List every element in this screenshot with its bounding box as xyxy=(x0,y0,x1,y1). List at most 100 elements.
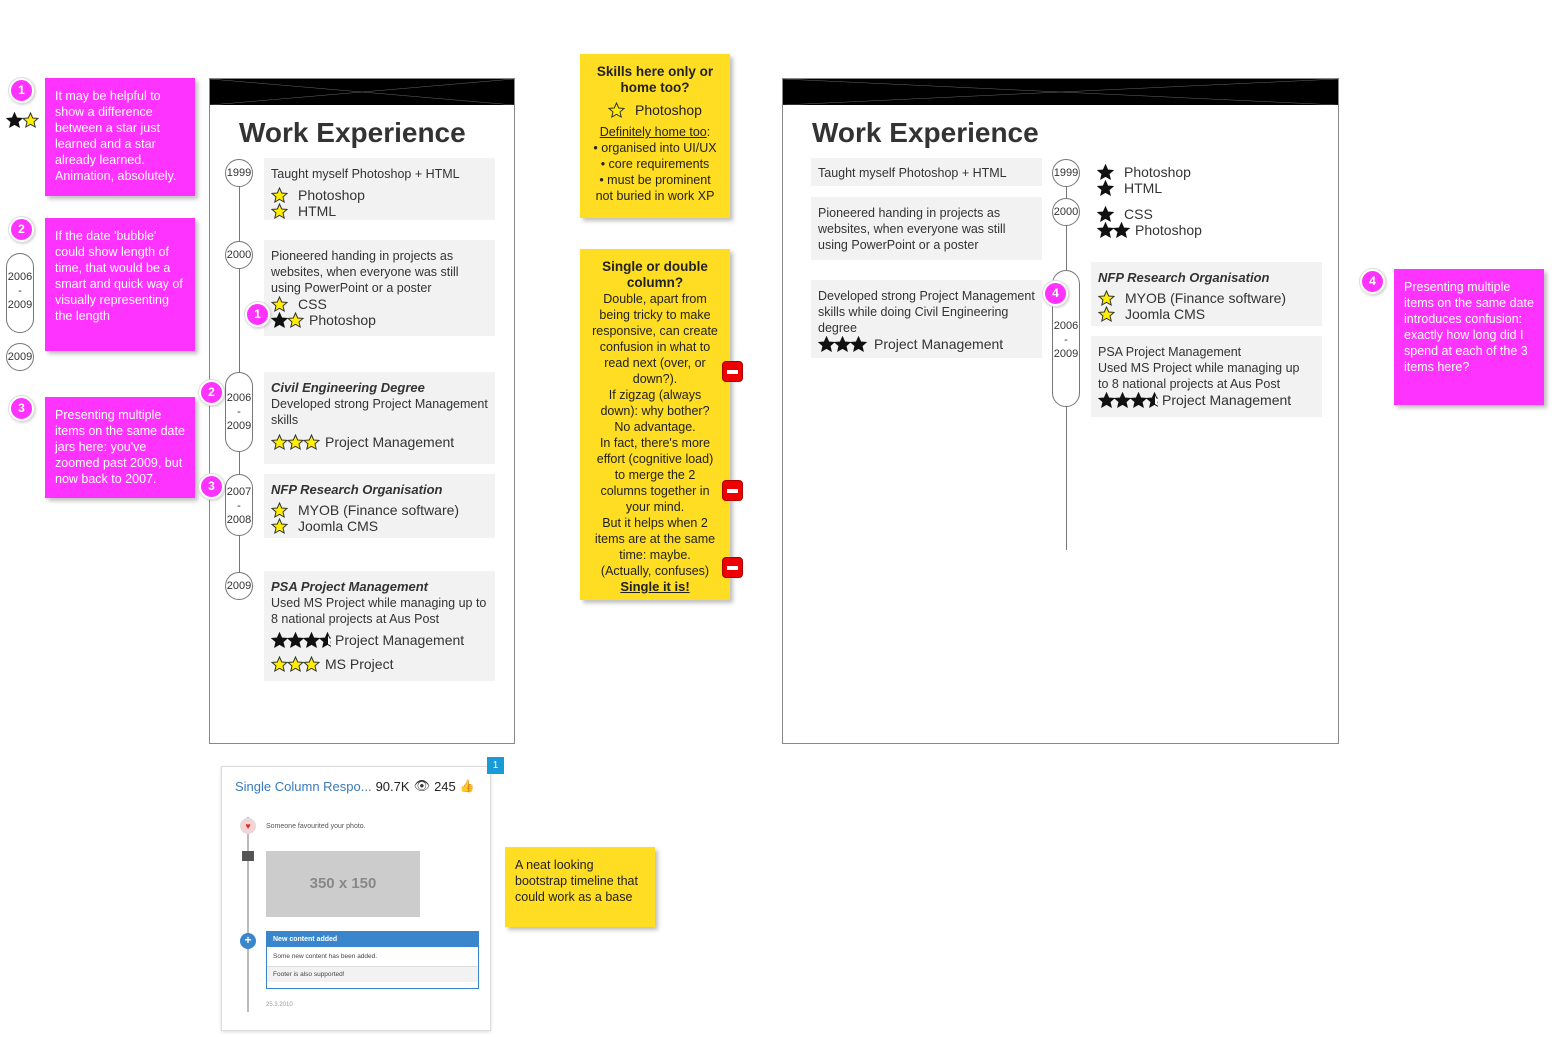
star-icon xyxy=(271,434,320,450)
page-title: Work Experience xyxy=(239,117,466,148)
screenshot-card[interactable]: Single Column Respo... 90.7K 👁 245 👍 1 ♥… xyxy=(221,757,504,1031)
skill-row: Photoshop xyxy=(271,312,488,328)
frame-header xyxy=(783,79,1338,105)
skill-row: Photoshop xyxy=(1097,222,1202,238)
card-header: Single Column Respo... 90.7K 👁 245 👍 xyxy=(235,778,475,794)
skill-row: CSS xyxy=(271,296,488,312)
skill-row: Project Management xyxy=(271,434,488,450)
star-icon xyxy=(6,112,39,128)
dc-entry-psa: PSA Project Management Used MS Project w… xyxy=(1091,336,1322,417)
entry-psa: PSA Project Management Used MS Project w… xyxy=(264,571,495,681)
thumbs-up-icon: 👍 xyxy=(459,779,475,793)
entry-desc: Pioneered handing in projects as website… xyxy=(271,249,459,295)
image-icon xyxy=(242,851,254,861)
note-bootstrap: A neat looking bootstrap timeline that c… xyxy=(505,847,655,927)
star-icon xyxy=(1098,306,1115,322)
entry-nfp: NFP Research Organisation MYOB (Finance … xyxy=(264,474,495,538)
date-2007-2008: 2007-2008 xyxy=(225,474,253,536)
note-animation: It may be helpful to show a difference b… xyxy=(45,78,195,196)
entry-desc: Used MS Project while managing up to 8 n… xyxy=(271,596,487,626)
skill-row: MYOB (Finance software) xyxy=(1098,290,1315,306)
callout-1: 1 xyxy=(9,78,34,103)
dc-entry-nfp: NFP Research Organisation MYOB (Finance … xyxy=(1091,262,1322,326)
eye-icon: 👁 xyxy=(413,778,431,793)
star-icon xyxy=(1097,222,1130,238)
star-icon xyxy=(818,336,867,352)
star-icon xyxy=(271,187,288,203)
entry-org: PSA Project Management xyxy=(271,579,429,594)
star-icon xyxy=(271,518,288,534)
callout-3: 3 xyxy=(9,396,34,421)
skill-row: Project Management xyxy=(271,632,488,648)
date-pill-example: 2006-2009 xyxy=(6,253,34,333)
mini-text: Someone favourited your photo. xyxy=(266,823,366,830)
card-title[interactable]: Single Column Respo... xyxy=(235,779,372,794)
star-icon xyxy=(271,656,320,672)
skill-row: HTML xyxy=(271,203,488,219)
note-multiple-items: Presenting multiple items on the same da… xyxy=(45,397,195,498)
plus-icon: + xyxy=(240,933,256,949)
dc-entry-1999: Taught myself Photoshop + HTML xyxy=(811,158,1042,186)
star-icon xyxy=(1097,206,1114,222)
note-confusion: Presenting multiple items on the same da… xyxy=(1394,269,1544,405)
skill-row: Project Management xyxy=(818,336,1035,352)
date-2006-2009: 2006-2009 xyxy=(225,372,253,452)
minus-icon xyxy=(722,361,743,382)
dc-skills-1999: Photoshop HTML xyxy=(1097,164,1191,196)
count-badge: 1 xyxy=(487,757,504,774)
like-count: 245 xyxy=(434,778,456,794)
placeholder-image: 350 x 150 xyxy=(266,851,420,917)
callout-2: 2 xyxy=(9,217,34,242)
frame-header xyxy=(210,79,514,105)
star-icon xyxy=(608,102,625,118)
callout-3-inline: 3 xyxy=(199,474,224,499)
date-2000: 2000 xyxy=(1052,198,1080,226)
date-2000: 2000 xyxy=(225,241,253,269)
date-2009: 2009 xyxy=(225,572,253,600)
callout-4-inline: 4 xyxy=(1043,281,1068,306)
skill-row: Joomla CMS xyxy=(1098,306,1315,322)
star-icon xyxy=(271,203,288,219)
skill-row: MYOB (Finance software) xyxy=(271,502,488,518)
star-icon xyxy=(271,296,288,312)
note-single-double: Single or double column? Double, apart f… xyxy=(580,249,730,600)
skill-row: Photoshop xyxy=(271,187,488,203)
dc-entry-civil: Developed strong Project Management skil… xyxy=(811,280,1042,358)
entry-desc: Taught myself Photoshop + HTML xyxy=(271,167,460,181)
entry-org: Civil Engineering Degree xyxy=(271,380,425,395)
callout-2-inline: 2 xyxy=(199,380,224,405)
view-count: 90.7K xyxy=(375,778,410,794)
mini-date: 25.3.2010 xyxy=(266,1002,293,1008)
star-icon xyxy=(1098,392,1158,408)
entry-desc: Developed strong Project Management skil… xyxy=(271,397,488,427)
dc-skills-2000: CSS Photoshop xyxy=(1097,206,1202,238)
mini-panel: New content added Some new content has b… xyxy=(266,931,479,989)
skill-row: Joomla CMS xyxy=(271,518,488,534)
skill-row: MS Project xyxy=(271,656,488,672)
heart-icon: ♥ xyxy=(240,818,256,834)
skill-row: HTML xyxy=(1097,180,1191,196)
date-round-example: 2009 xyxy=(6,343,34,371)
note-date-bubble: If the date 'bubble' could show length o… xyxy=(45,218,195,351)
star-comparison xyxy=(6,112,40,133)
star-icon xyxy=(271,502,288,518)
minus-icon xyxy=(722,557,743,578)
date-1999: 1999 xyxy=(1052,159,1080,187)
skill-row: Photoshop xyxy=(1097,164,1191,180)
skill-row: CSS xyxy=(1097,206,1202,222)
star-icon xyxy=(1097,164,1114,180)
star-icon xyxy=(271,632,331,648)
minus-icon xyxy=(722,480,743,501)
page-title: Work Experience xyxy=(812,117,1039,148)
skill-row: Photoshop xyxy=(586,102,724,118)
star-icon xyxy=(1098,290,1115,306)
date-1999: 1999 xyxy=(225,159,253,187)
note-skills-here: Skills here only or home too? Photoshop … xyxy=(580,54,730,218)
dc-entry-2000: Pioneered handing in projects as website… xyxy=(811,197,1042,260)
callout-4: 4 xyxy=(1360,269,1385,294)
star-icon xyxy=(1097,180,1114,196)
entry-2000: Pioneered handing in projects as website… xyxy=(264,240,495,336)
mini-timeline-line xyxy=(247,817,249,1012)
star-icon xyxy=(271,312,304,328)
entry-1999: Taught myself Photoshop + HTML Photoshop… xyxy=(264,158,495,220)
